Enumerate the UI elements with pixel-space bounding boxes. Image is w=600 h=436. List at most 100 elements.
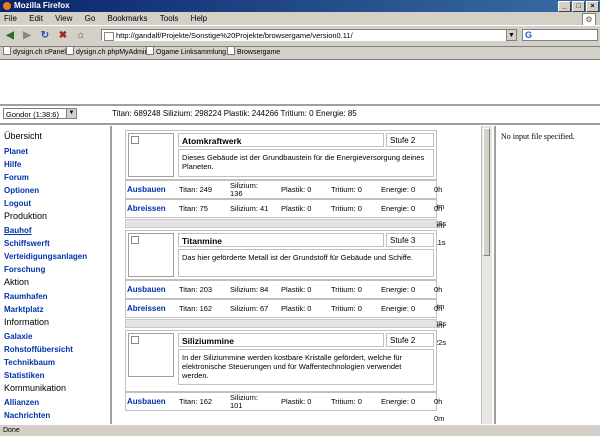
reload-icon[interactable]: ↻	[38, 29, 52, 42]
url-input[interactable]: http://gandalf/Projekte/Sonstige%20Proje…	[101, 29, 517, 41]
navigation-toolbar: ◀ ▶ ↻ ✖ ⌂ http://gandalf/Projekte/Sonsti…	[0, 25, 600, 47]
chevron-down-icon: ▼	[66, 109, 76, 118]
ausbauen-link[interactable]: Ausbauen	[127, 181, 166, 198]
right-frame: No input file specified.	[494, 126, 600, 424]
cost-titan: Titan: 203	[179, 285, 213, 294]
abreissen-link[interactable]: Abreissen	[127, 300, 166, 317]
nav-rohstoffuebersicht[interactable]: Rohstoffübersicht	[4, 345, 73, 354]
nav-allianzen[interactable]: Allianzen	[4, 398, 39, 407]
abreissen-link[interactable]: Abreissen	[127, 200, 166, 217]
status-text: Done	[3, 427, 20, 434]
bookmark-phpmyadmin[interactable]: dysign.ch phpMyAdmin	[66, 46, 148, 59]
nav-technikbaum[interactable]: Technikbaum	[4, 358, 55, 367]
minimize-button[interactable]: _	[558, 1, 571, 12]
stop-icon[interactable]: ✖	[56, 29, 70, 42]
main-scrollbar[interactable]	[481, 126, 492, 424]
bookmark-page-icon	[66, 46, 74, 55]
close-button[interactable]: ×	[586, 1, 599, 12]
resource-bar: Gondor (1:38:6) ▼ Titan: 689248 Silizium…	[0, 106, 600, 125]
url-dropdown-button[interactable]: ▼	[506, 29, 517, 41]
nav-forschung[interactable]: Forschung	[4, 265, 45, 274]
demolish-row: Abreissen Titan: 75 Silizium: 41 Plastik…	[125, 199, 446, 247]
building-description: In der Siliziummine werden kostbare Kris…	[178, 349, 434, 385]
nav-nachrichten[interactable]: Nachrichten	[4, 411, 50, 420]
cost-plastik: Plastik: 0	[281, 397, 312, 406]
nav-galaxie[interactable]: Galaxie	[4, 332, 32, 341]
bookmark-page-icon	[146, 46, 154, 55]
cost-tritium: Tritium: 0	[331, 285, 362, 294]
separator	[125, 319, 437, 328]
maximize-button[interactable]: □	[572, 1, 585, 12]
status-bar: Done	[0, 424, 600, 435]
forward-icon[interactable]: ▶	[20, 29, 34, 42]
cost-silizium: Silizium: 41	[230, 204, 269, 213]
menu-view[interactable]: View	[55, 14, 72, 23]
bookmark-page-icon	[3, 46, 11, 55]
bookmark-browsergame[interactable]: Browsergame	[227, 46, 280, 59]
building-name: Titanmine	[178, 233, 384, 247]
separator	[125, 219, 437, 228]
nav-planet[interactable]: Planet	[4, 147, 28, 156]
search-input[interactable]: G	[522, 29, 598, 41]
left-navigation: Übersicht Planet Hilfe Forum Optionen Lo…	[0, 126, 112, 424]
scrollbar-thumb[interactable]	[483, 128, 490, 256]
menu-go[interactable]: Go	[85, 14, 96, 23]
building-image	[128, 233, 174, 277]
bookmark-page-icon	[227, 46, 235, 55]
home-icon[interactable]: ⌂	[74, 29, 88, 42]
menu-help[interactable]: Help	[191, 14, 207, 23]
cost-plastik: Plastik: 0	[281, 304, 312, 313]
cost-plastik: Plastik: 0	[281, 185, 312, 194]
menu-tools[interactable]: Tools	[160, 14, 179, 23]
top-frame	[0, 60, 600, 106]
page-favicon	[104, 32, 114, 41]
cost-energie: Energie: 0	[381, 285, 416, 294]
cost-energie: Energie: 0	[381, 397, 416, 406]
cost-energie: Energie: 0	[381, 304, 416, 313]
menu-edit[interactable]: Edit	[29, 14, 43, 23]
cost-tritium: Tritium: 0	[331, 204, 362, 213]
window-titlebar: Mozilla Firefox _ □ ×	[0, 0, 600, 12]
cost-tritium: Tritium: 0	[331, 185, 362, 194]
build-time: 0h 0m 26s	[434, 397, 445, 423]
building-level: Stufe 2	[386, 333, 434, 347]
building-level: Stufe 2	[386, 133, 434, 147]
error-message: No input file specified.	[501, 132, 575, 141]
menu-file[interactable]: File	[4, 14, 17, 23]
nav-section-kommunikation: Kommunikation	[4, 383, 67, 393]
broken-image-icon	[131, 336, 139, 344]
cost-silizium: Silizium: 84	[230, 285, 269, 294]
building-card: Titanmine Stufe 3 Das hier geförderte Me…	[125, 230, 437, 280]
nav-verteidigungsanlagen[interactable]: Verteidigungsanlagen	[4, 252, 87, 261]
back-icon[interactable]: ◀	[3, 29, 17, 42]
planet-select[interactable]: Gondor (1:38:6) ▼	[3, 108, 77, 119]
building-card: Atomkraftwerk Stufe 2 Dieses Gebäude ist…	[125, 130, 437, 180]
cost-silizium: Silizium: 136	[230, 181, 258, 198]
demolish-row: Abreissen Titan: 162 Silizium: 67 Plasti…	[125, 299, 446, 347]
nav-schiffswerft[interactable]: Schiffswerft	[4, 239, 50, 248]
cost-energie: Energie: 0	[381, 204, 416, 213]
ausbauen-link[interactable]: Ausbauen	[127, 281, 166, 298]
upgrade-row: Ausbauen Titan: 249 Silizium: 136 Plasti…	[125, 180, 446, 228]
nav-bauhof[interactable]: Bauhof	[4, 226, 32, 235]
nav-raumhafen[interactable]: Raumhafen	[4, 292, 48, 301]
cost-titan: Titan: 249	[179, 185, 213, 194]
cost-tritium: Tritium: 0	[331, 304, 362, 313]
url-text: http://gandalf/Projekte/Sonstige%20Proje…	[116, 31, 353, 40]
cost-titan: Titan: 162	[179, 304, 213, 313]
nav-optionen[interactable]: Optionen	[4, 186, 39, 195]
bookmark-ogame[interactable]: Ogame Linksammlung	[146, 46, 226, 59]
nav-statistiken[interactable]: Statistiken	[4, 371, 44, 380]
ausbauen-link[interactable]: Ausbauen	[127, 393, 166, 410]
nav-hilfe[interactable]: Hilfe	[4, 160, 21, 169]
cost-energie: Energie: 0	[381, 185, 416, 194]
nav-logout[interactable]: Logout	[4, 199, 31, 208]
cost-tritium: Tritium: 0	[331, 397, 362, 406]
bookmark-cpanel[interactable]: dysign.ch cPanel	[3, 46, 66, 59]
menu-bookmarks[interactable]: Bookmarks	[108, 14, 148, 23]
cost-silizium: Silizium: 67	[230, 304, 269, 313]
cost-silizium: Silizium: 101	[230, 393, 258, 410]
building-image	[128, 333, 174, 377]
nav-marktplatz[interactable]: Marktplatz	[4, 305, 44, 314]
nav-forum[interactable]: Forum	[4, 173, 29, 182]
